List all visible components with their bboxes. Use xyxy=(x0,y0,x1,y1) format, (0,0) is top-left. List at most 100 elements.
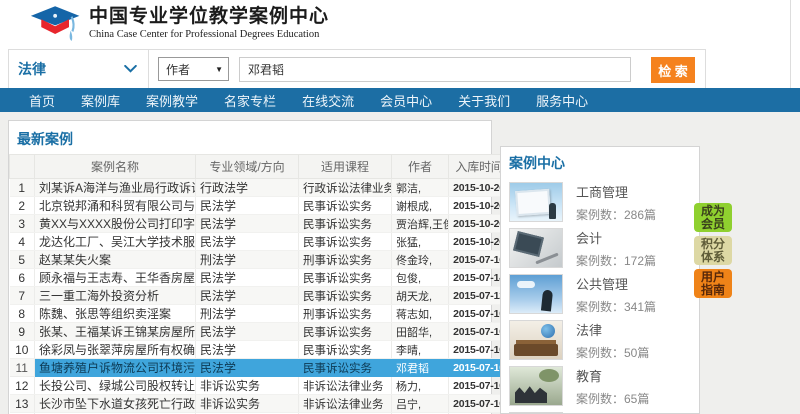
search-field-selected-option: 作者 xyxy=(166,61,190,78)
row-number-cell: 10 xyxy=(10,341,35,359)
case-category-item[interactable]: 工商管理 案例数：286篇 xyxy=(509,182,691,222)
category-name: 会计 xyxy=(576,228,656,247)
case-table-row[interactable]: 6 顾永福与王志寿、王华香房屋买卖合同 民法学 民事诉讼实务 包俊, 2015-… xyxy=(10,269,510,287)
column-header: 适用课程 xyxy=(299,155,392,179)
cases-table: 案例名称专业领域/方向适用课程作者入库时间 1 刘某诉A海洋与渔业局行政诉讼案 … xyxy=(9,154,510,414)
user-guide-button[interactable]: 用户指南 xyxy=(694,269,732,298)
case-name-cell[interactable]: 张某、王福某诉王锦某房屋所有权确认 xyxy=(35,323,196,341)
page-edge-divider xyxy=(790,0,791,88)
column-header: 作者 xyxy=(392,155,449,179)
nav-item[interactable]: 名家专栏 xyxy=(211,91,289,110)
category-count: 案例数：286篇 xyxy=(576,206,656,223)
page: 中国专业学位教学案例中心 China Case Center for Profe… xyxy=(0,0,800,414)
search-field-select[interactable]: 作者 ▼ xyxy=(158,57,229,81)
author-cell: 田韶华, xyxy=(392,323,449,341)
category-dropdown[interactable]: 法律 xyxy=(9,50,149,88)
case-table-row[interactable]: 5 赵某某失火案 刑法学 刑事诉讼实务 佟金玲, 2015-07-16 xyxy=(10,251,510,269)
category-count: 案例数：65篇 xyxy=(576,390,649,407)
main-nav-list: 首页案例库案例教学名家专栏在线交流会员中心关于我们服务中心 xyxy=(0,88,800,112)
case-table-row[interactable]: 9 张某、王福某诉王锦某房屋所有权确认 民法学 民事诉讼实务 田韶华, 2015… xyxy=(10,323,510,341)
category-dropdown-label: 法律 xyxy=(18,59,46,79)
category-name: 法律 xyxy=(576,320,649,339)
case-name-cell[interactable]: 长投公司、绿城公司股权转让仲裁案（ xyxy=(35,377,196,395)
case-category-item[interactable]: 法律 案例数：50篇 xyxy=(509,320,691,360)
case-table-row[interactable]: 1 刘某诉A海洋与渔业局行政诉讼案 行政法学 行政诉讼法律业务 郭洁, 2015… xyxy=(10,179,510,197)
author-cell: 佟金玲, xyxy=(392,251,449,269)
author-cell: 杨力, xyxy=(392,377,449,395)
search-input[interactable] xyxy=(239,57,631,82)
business-management-thumbnail xyxy=(509,182,563,222)
row-number-cell: 6 xyxy=(10,269,35,287)
field-cell: 民法学 xyxy=(196,341,299,359)
site-subtitle: China Case Center for Professional Degre… xyxy=(89,29,329,40)
logo-link[interactable]: 中国专业学位教学案例中心 China Case Center for Profe… xyxy=(30,4,329,45)
case-name-cell[interactable]: 长沙市坠下水道女孩死亡行政救助案例 xyxy=(35,395,196,413)
course-cell: 民事诉讼实务 xyxy=(299,233,392,251)
select-caret-icon: ▼ xyxy=(215,65,223,74)
nav-item[interactable]: 案例库 xyxy=(68,91,133,110)
case-category-item[interactable]: 会计 案例数：172篇 xyxy=(509,228,691,268)
category-name: 教育 xyxy=(576,366,649,385)
author-cell: 邓君韬 xyxy=(392,359,449,377)
author-cell: 包俊, xyxy=(392,269,449,287)
case-center-panel: 案例中心 工商管理 案例数：286篇 会计 案例数：172篇 公共管理 案例数：… xyxy=(500,146,700,414)
author-cell: 吕宁, xyxy=(392,395,449,413)
field-cell: 民法学 xyxy=(196,233,299,251)
case-category-item[interactable]: 教育 案例数：65篇 xyxy=(509,366,691,406)
category-name: 公共管理 xyxy=(576,274,656,293)
case-table-row[interactable]: 10 徐彩凤与张翠萍房屋所有权确认纠纷案 民法学 民事诉讼实务 李晴, 2015… xyxy=(10,341,510,359)
course-cell: 民事诉讼实务 xyxy=(299,215,392,233)
latest-cases-panel: 最新案例 案例名称专业领域/方向适用课程作者入库时间 1 刘某诉A海洋与渔业局行… xyxy=(8,120,492,414)
case-table-row[interactable]: 13 长沙市坠下水道女孩死亡行政救助案例 非诉讼实务 非诉讼法律业务 吕宁, 2… xyxy=(10,395,510,413)
row-number-cell: 7 xyxy=(10,287,35,305)
nav-item[interactable]: 服务中心 xyxy=(523,91,601,110)
row-number-cell: 2 xyxy=(10,197,35,215)
graduation-cap-logo-icon xyxy=(30,4,82,45)
case-name-cell[interactable]: 刘某诉A海洋与渔业局行政诉讼案 xyxy=(35,179,196,197)
case-name-cell[interactable]: 龙达化工厂、吴江大学技术服务合同纠 xyxy=(35,233,196,251)
nav-item[interactable]: 首页 xyxy=(16,91,68,110)
field-cell: 民法学 xyxy=(196,197,299,215)
case-name-cell[interactable]: 三一重工海外投资分析 xyxy=(35,287,196,305)
nav-item[interactable]: 关于我们 xyxy=(445,91,523,110)
search-button[interactable]: 检 索 xyxy=(651,57,695,83)
site-title: 中国专业学位教学案例中心 xyxy=(89,5,329,29)
case-name-cell[interactable]: 顾永福与王志寿、王华香房屋买卖合同 xyxy=(35,269,196,287)
case-name-cell[interactable]: 徐彩凤与张翠萍房屋所有权确认纠纷案 xyxy=(35,341,196,359)
column-header: 案例名称 xyxy=(35,155,196,179)
case-name-cell[interactable]: 赵某某失火案 xyxy=(35,251,196,269)
row-number-cell: 12 xyxy=(10,377,35,395)
case-table-row[interactable]: 3 黄XX与XXXX股份公司打印字迹时间... 民法学 民事诉讼实务 贾治辉,王… xyxy=(10,215,510,233)
nav-item[interactable]: 在线交流 xyxy=(289,91,367,110)
case-name-cell[interactable]: 黄XX与XXXX股份公司打印字迹时间... xyxy=(35,215,196,233)
case-table-row[interactable]: 4 龙达化工厂、吴江大学技术服务合同纠 民法学 民事诉讼实务 张猛, 2015-… xyxy=(10,233,510,251)
case-table-row[interactable]: 11 鱼塘养殖户诉物流公司环境污染损害案 民法学 民事诉讼实务 邓君韬 2015… xyxy=(10,359,510,377)
field-cell: 民法学 xyxy=(196,359,299,377)
points-system-button[interactable]: 积分体系 xyxy=(694,236,732,265)
course-cell: 非诉讼法律业务 xyxy=(299,377,392,395)
course-cell: 非诉讼法律业务 xyxy=(299,395,392,413)
case-center-list: 工商管理 案例数：286篇 会计 案例数：172篇 公共管理 案例数：341篇 … xyxy=(501,182,699,414)
case-table-row[interactable]: 12 长投公司、绿城公司股权转让仲裁案（ 非诉讼实务 非诉讼法律业务 杨力, 2… xyxy=(10,377,510,395)
case-name-cell[interactable]: 北京锐邦涌和科贸有限公司与强生（上 xyxy=(35,197,196,215)
case-name-cell[interactable]: 陈魏、张思等组织卖淫案 xyxy=(35,305,196,323)
case-name-cell[interactable]: 鱼塘养殖户诉物流公司环境污染损害案 xyxy=(35,359,196,377)
row-number-cell: 9 xyxy=(10,323,35,341)
case-table-row[interactable]: 7 三一重工海外投资分析 民法学 民事诉讼实务 胡天龙, 2015-07-12 xyxy=(10,287,510,305)
author-cell: 郭洁, xyxy=(392,179,449,197)
field-cell: 民法学 xyxy=(196,323,299,341)
main-nav: 首页案例库案例教学名家专栏在线交流会员中心关于我们服务中心 xyxy=(0,88,800,112)
course-cell: 刑事诉讼实务 xyxy=(299,251,392,269)
case-center-title: 案例中心 xyxy=(509,153,699,173)
case-table-row[interactable]: 2 北京锐邦涌和科贸有限公司与强生（上 民法学 民事诉讼实务 谢根成, 2015… xyxy=(10,197,510,215)
case-category-item[interactable]: 公共管理 案例数：341篇 xyxy=(509,274,691,314)
nav-item[interactable]: 案例教学 xyxy=(133,91,211,110)
row-number-cell: 1 xyxy=(10,179,35,197)
case-table-row[interactable]: 8 陈魏、张思等组织卖淫案 刑法学 刑事诉讼实务 蒋志如, 2015-07-10 xyxy=(10,305,510,323)
course-cell: 民事诉讼实务 xyxy=(299,323,392,341)
author-cell: 蒋志如, xyxy=(392,305,449,323)
row-number-cell: 3 xyxy=(10,215,35,233)
field-cell: 刑法学 xyxy=(196,251,299,269)
nav-item[interactable]: 会员中心 xyxy=(367,91,445,110)
become-member-button[interactable]: 成为会员 xyxy=(694,203,732,232)
